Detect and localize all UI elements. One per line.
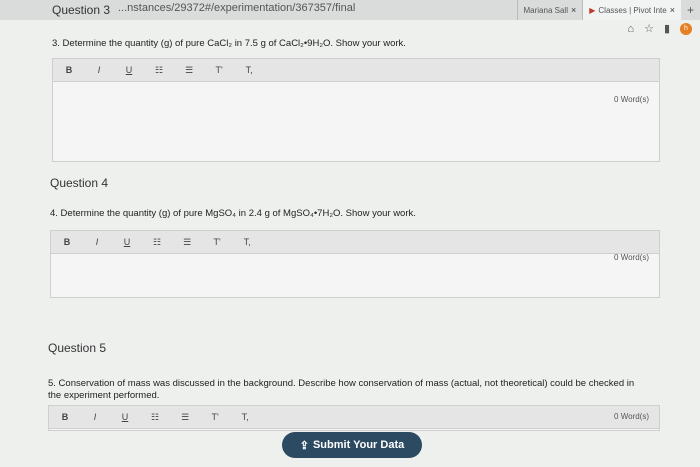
underline-button[interactable]: U xyxy=(121,412,129,422)
window-icon[interactable]: ▮ xyxy=(664,22,670,35)
bold-button[interactable]: B xyxy=(63,237,71,247)
star-icon[interactable]: ☆ xyxy=(644,22,654,35)
subscript-button[interactable]: T, xyxy=(243,237,251,247)
word-count: 0 Word(s) xyxy=(614,412,649,421)
subscript-button[interactable]: T, xyxy=(241,412,249,422)
superscript-button[interactable]: T' xyxy=(211,412,219,422)
italic-button[interactable]: I xyxy=(93,237,101,247)
unordered-list-icon[interactable]: ☰ xyxy=(181,412,189,423)
editor-toolbar: B I U ☷ ☰ T' T, xyxy=(49,406,659,429)
question-4-editor[interactable]: B I U ☷ ☰ T' T, 0 Word(s) xyxy=(50,230,660,298)
tab-mariana[interactable]: Mariana Sall × xyxy=(516,0,583,20)
tab-label: Mariana Sall xyxy=(523,5,568,15)
bold-button[interactable]: B xyxy=(65,65,73,75)
tab-strip: Mariana Sall × ▶ Classes | Pivot Inte × … xyxy=(516,0,700,20)
submit-label: Submit Your Data xyxy=(312,439,405,451)
tab-label: Classes | Pivot Inte xyxy=(598,5,667,15)
address-bar[interactable]: ...nstances/29372#/experimentation/36735… xyxy=(118,2,355,14)
question-3-heading: Question 3 xyxy=(52,3,111,17)
question-5-heading: Question 5 xyxy=(48,341,107,355)
editor-toolbar: B I U ☷ ☰ T' T, xyxy=(53,59,659,82)
question-4-heading: Question 4 xyxy=(50,176,109,190)
word-count: 0 Word(s) xyxy=(614,253,649,262)
ordered-list-icon[interactable]: ☷ xyxy=(153,237,161,248)
italic-button[interactable]: I xyxy=(95,65,103,75)
ordered-list-icon[interactable]: ☷ xyxy=(151,412,159,423)
lock-icon[interactable]: ⌂ xyxy=(627,23,634,35)
ordered-list-icon[interactable]: ☷ xyxy=(155,65,163,76)
underline-button[interactable]: U xyxy=(125,65,133,75)
unordered-list-icon[interactable]: ☰ xyxy=(183,237,191,248)
superscript-button[interactable]: T' xyxy=(215,65,223,75)
pivot-icon: ▶ xyxy=(589,5,596,15)
unordered-list-icon[interactable]: ☰ xyxy=(185,65,193,76)
word-count: 0 Word(s) xyxy=(614,95,649,104)
italic-button[interactable]: I xyxy=(91,412,99,422)
new-tab-button[interactable]: + xyxy=(681,3,700,17)
upload-icon: ⇪ xyxy=(299,439,309,452)
avatar[interactable]: h xyxy=(680,22,692,35)
submit-data-button[interactable]: ⇪ Submit Your Data xyxy=(282,432,422,458)
superscript-button[interactable]: T' xyxy=(213,237,221,247)
question-3-editor[interactable]: B I U ☷ ☰ T' T, 0 Word(s) xyxy=(52,58,660,162)
subscript-button[interactable]: T, xyxy=(245,65,253,75)
question-5-text: 5. Conservation of mass was discussed in… xyxy=(48,378,635,401)
browser-toolbar-icons: ⌂ ☆ ▮ h xyxy=(627,22,692,35)
question-3-text: 3. Determine the quantity (g) of pure Ca… xyxy=(52,38,406,49)
editor-toolbar: B I U ☷ ☰ T' T, xyxy=(51,231,659,254)
close-icon[interactable]: × xyxy=(571,5,576,15)
bold-button[interactable]: B xyxy=(61,412,69,422)
close-icon[interactable]: × xyxy=(670,5,675,15)
tab-classes[interactable]: ▶ Classes | Pivot Inte × xyxy=(582,0,681,20)
underline-button[interactable]: U xyxy=(123,237,131,247)
question-4-text: 4. Determine the quantity (g) of pure Mg… xyxy=(50,208,416,219)
question-5-editor[interactable]: B I U ☷ ☰ T' T, 0 Word(s) xyxy=(48,405,660,431)
